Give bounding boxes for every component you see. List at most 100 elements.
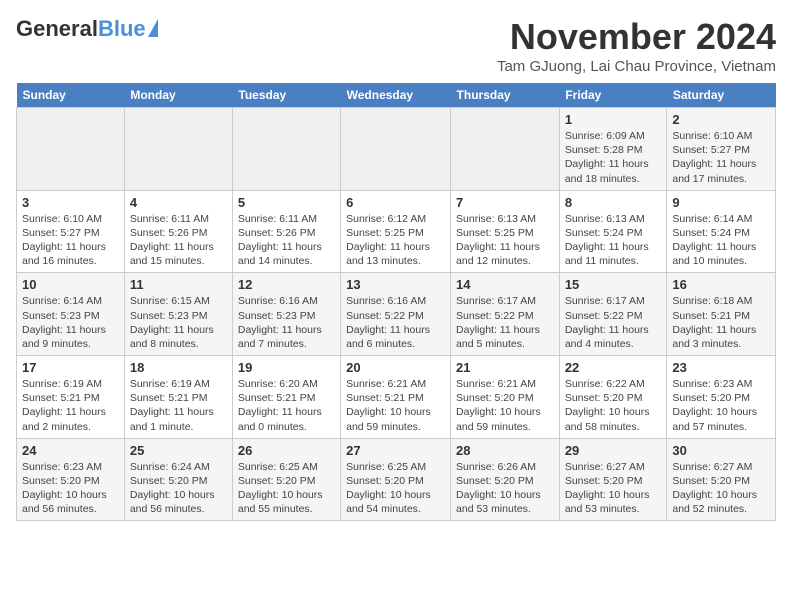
calendar-table: SundayMondayTuesdayWednesdayThursdayFrid… [16,83,776,521]
day-number: 11 [130,277,227,292]
calendar-header-sunday: Sunday [17,83,125,108]
day-number: 1 [565,112,662,127]
day-info: Sunrise: 6:11 AMSunset: 5:26 PMDaylight:… [238,212,335,269]
day-info: Sunrise: 6:14 AMSunset: 5:24 PMDaylight:… [672,212,770,269]
day-info: Sunrise: 6:09 AMSunset: 5:28 PMDaylight:… [565,129,662,186]
day-number: 29 [565,443,662,458]
calendar-cell: 2 Sunrise: 6:10 AMSunset: 5:27 PMDaylight… [667,108,776,191]
day-info: Sunrise: 6:25 AMSunset: 5:20 PMDaylight:… [238,460,335,517]
calendar-cell: 1 Sunrise: 6:09 AMSunset: 5:28 PMDaylight… [559,108,667,191]
day-info: Sunrise: 6:15 AMSunset: 5:23 PMDaylight:… [130,294,227,351]
day-number: 6 [346,195,445,210]
day-number: 21 [456,360,554,375]
calendar-cell: 8Sunrise: 6:13 AMSunset: 5:24 PMDaylight… [559,190,667,273]
calendar-cell: 23Sunrise: 6:23 AMSunset: 5:20 PMDayligh… [667,356,776,439]
calendar-cell: 18Sunrise: 6:19 AMSunset: 5:21 PMDayligh… [124,356,232,439]
calendar-header-tuesday: Tuesday [232,83,340,108]
day-number: 12 [238,277,335,292]
calendar-cell [341,108,451,191]
day-info: Sunrise: 6:25 AMSunset: 5:20 PMDaylight:… [346,460,445,517]
logo-blue: Blue [98,16,146,42]
day-info: Sunrise: 6:27 AMSunset: 5:20 PMDaylight:… [565,460,662,517]
calendar-cell: 16 Sunrise: 6:18 AMSunset: 5:21 PMDayligh… [667,273,776,356]
month-title: November 2024 [497,16,776,58]
calendar-cell: 27Sunrise: 6:25 AMSunset: 5:20 PMDayligh… [341,438,451,521]
calendar-header-thursday: Thursday [451,83,560,108]
day-number: 15 [565,277,662,292]
day-info: Sunrise: 6:21 AMSunset: 5:21 PMDaylight:… [346,377,445,434]
calendar-cell: 13 Sunrise: 6:16 AMSunset: 5:22 PMDayligh… [341,273,451,356]
title-block: November 2024 Tam GJuong, Lai Chau Provi… [497,16,776,75]
day-info: Sunrise: 6:17 AMSunset: 5:22 PMDaylight:… [456,294,554,351]
day-number: 22 [565,360,662,375]
day-info: Sunrise: 6:19 AMSunset: 5:21 PMDaylight:… [22,377,119,434]
day-number: 24 [22,443,119,458]
day-info: Sunrise: 6:14 AMSunset: 5:23 PMDaylight:… [22,294,119,351]
day-info: Sunrise: 6:10 AMSunset: 5:27 PMDaylight:… [22,212,119,269]
logo: General Blue [16,16,158,42]
calendar-cell: 20 Sunrise: 6:21 AMSunset: 5:21 PMDayligh… [341,356,451,439]
day-info: Sunrise: 6:17 AMSunset: 5:22 PMDaylight:… [565,294,662,351]
day-number: 19 [238,360,335,375]
day-info: Sunrise: 6:13 AMSunset: 5:25 PMDaylight:… [456,212,554,269]
day-number: 28 [456,443,554,458]
day-info: Sunrise: 6:27 AMSunset: 5:20 PMDaylight:… [672,460,770,517]
day-number: 8 [565,195,662,210]
calendar-cell: 19 Sunrise: 6:20 AMSunset: 5:21 PMDayligh… [232,356,340,439]
calendar-week-2: 3 Sunrise: 6:10 AMSunset: 5:27 PMDaylight… [17,190,776,273]
day-number: 2 [672,112,770,127]
day-number: 17 [22,360,119,375]
day-number: 20 [346,360,445,375]
day-info: Sunrise: 6:16 AMSunset: 5:22 PMDaylight:… [346,294,445,351]
location-title: Tam GJuong, Lai Chau Province, Vietnam [497,58,776,75]
calendar-week-3: 10 Sunrise: 6:14 AMSunset: 5:23 PMDayligh… [17,273,776,356]
day-info: Sunrise: 6:20 AMSunset: 5:21 PMDaylight:… [238,377,335,434]
day-info: Sunrise: 6:22 AMSunset: 5:20 PMDaylight:… [565,377,662,434]
calendar-cell [124,108,232,191]
calendar-header-friday: Friday [559,83,667,108]
calendar-cell: 9 Sunrise: 6:14 AMSunset: 5:24 PMDaylight… [667,190,776,273]
day-info: Sunrise: 6:23 AMSunset: 5:20 PMDaylight:… [672,377,770,434]
day-number: 10 [22,277,119,292]
day-info: Sunrise: 6:10 AMSunset: 5:27 PMDaylight:… [672,129,770,186]
day-number: 30 [672,443,770,458]
day-number: 4 [130,195,227,210]
calendar-week-5: 24 Sunrise: 6:23 AMSunset: 5:20 PMDayligh… [17,438,776,521]
calendar-cell: 10 Sunrise: 6:14 AMSunset: 5:23 PMDayligh… [17,273,125,356]
calendar-cell: 3 Sunrise: 6:10 AMSunset: 5:27 PMDaylight… [17,190,125,273]
calendar-cell: 26 Sunrise: 6:25 AMSunset: 5:20 PMDayligh… [232,438,340,521]
day-info: Sunrise: 6:11 AMSunset: 5:26 PMDaylight:… [130,212,227,269]
day-number: 13 [346,277,445,292]
calendar-cell: 25 Sunrise: 6:24 AMSunset: 5:20 PMDayligh… [124,438,232,521]
calendar-cell: 28 Sunrise: 6:26 AMSunset: 5:20 PMDayligh… [451,438,560,521]
calendar-header-wednesday: Wednesday [341,83,451,108]
calendar-cell: 6Sunrise: 6:12 AMSunset: 5:25 PMDaylight… [341,190,451,273]
calendar-cell: 24 Sunrise: 6:23 AMSunset: 5:20 PMDayligh… [17,438,125,521]
day-number: 16 [672,277,770,292]
day-number: 9 [672,195,770,210]
page-header: General Blue November 2024 Tam GJuong, L… [16,16,776,75]
calendar-cell: 29 Sunrise: 6:27 AMSunset: 5:20 PMDayligh… [559,438,667,521]
day-info: Sunrise: 6:24 AMSunset: 5:20 PMDaylight:… [130,460,227,517]
day-number: 26 [238,443,335,458]
day-info: Sunrise: 6:26 AMSunset: 5:20 PMDaylight:… [456,460,554,517]
logo-triangle-icon [148,19,158,37]
calendar-week-4: 17 Sunrise: 6:19 AMSunset: 5:21 PMDayligh… [17,356,776,439]
day-number: 5 [238,195,335,210]
calendar-week-1: 1 Sunrise: 6:09 AMSunset: 5:28 PMDaylight… [17,108,776,191]
calendar-cell: 12 Sunrise: 6:16 AMSunset: 5:23 PMDayligh… [232,273,340,356]
calendar-cell [17,108,125,191]
day-number: 25 [130,443,227,458]
calendar-cell: 4 Sunrise: 6:11 AMSunset: 5:26 PMDaylight… [124,190,232,273]
day-number: 3 [22,195,119,210]
calendar-cell: 22 Sunrise: 6:22 AMSunset: 5:20 PMDayligh… [559,356,667,439]
calendar-header-monday: Monday [124,83,232,108]
day-number: 18 [130,360,227,375]
calendar-cell: 7Sunrise: 6:13 AMSunset: 5:25 PMDaylight… [451,190,560,273]
day-info: Sunrise: 6:16 AMSunset: 5:23 PMDaylight:… [238,294,335,351]
calendar-cell: 17 Sunrise: 6:19 AMSunset: 5:21 PMDayligh… [17,356,125,439]
day-info: Sunrise: 6:23 AMSunset: 5:20 PMDaylight:… [22,460,119,517]
calendar-header-row: SundayMondayTuesdayWednesdayThursdayFrid… [17,83,776,108]
day-info: Sunrise: 6:18 AMSunset: 5:21 PMDaylight:… [672,294,770,351]
calendar-cell: 14Sunrise: 6:17 AMSunset: 5:22 PMDayligh… [451,273,560,356]
